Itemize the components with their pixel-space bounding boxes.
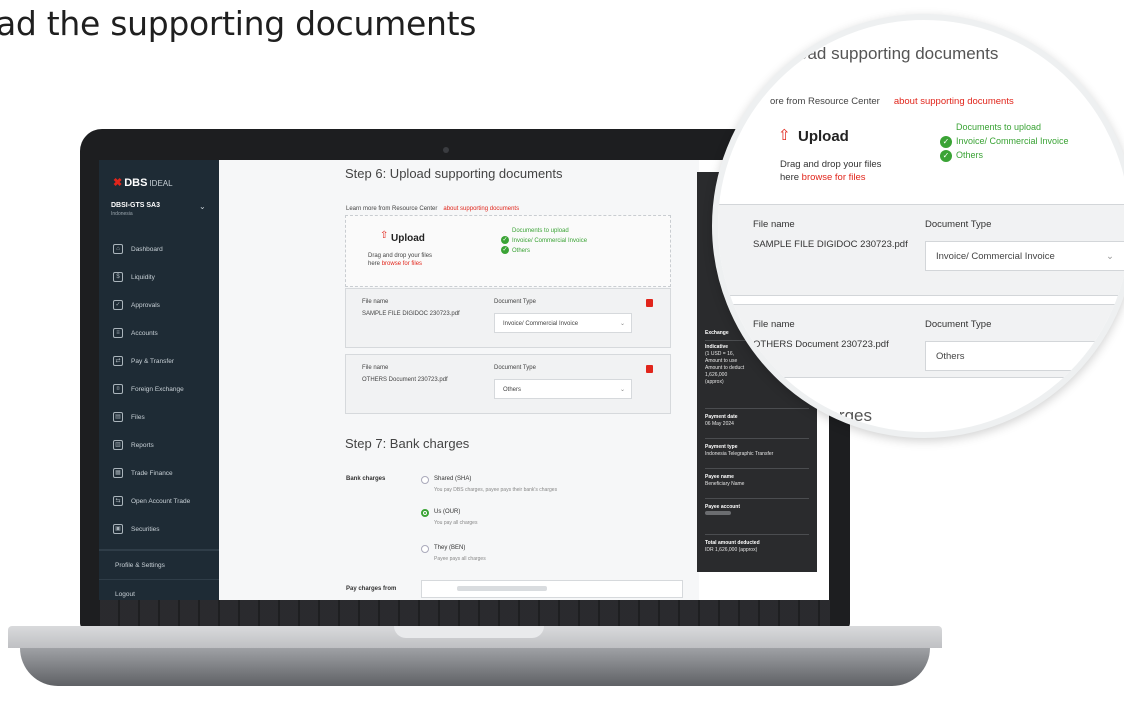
radio-ben[interactable] <box>421 545 429 553</box>
sidebar-item-logout[interactable]: Logout <box>99 579 219 600</box>
account-name[interactable]: DBSI-GTS SA3 <box>111 202 160 209</box>
file-card: File name SAMPLE FILE DIGIDOC 230723.pdf… <box>345 288 671 348</box>
check-icon: ✓ <box>501 246 509 255</box>
approvals-icon: ✓ <box>113 300 123 310</box>
sidebar-item-dashboard[interactable]: ⌂ Dashboard <box>99 235 219 263</box>
reports-icon: ▥ <box>113 440 123 450</box>
magnifier-charges-text: harges <box>820 406 872 425</box>
sidebar-item-securities[interactable]: ▣ Securities <box>99 515 219 543</box>
transfer-icon: ⇄ <box>113 356 123 366</box>
check-icon: ✓ <box>501 236 509 245</box>
bank-charges-label: Bank charges <box>346 476 386 482</box>
securities-icon: ▣ <box>113 524 123 534</box>
option-title: They (BEN) <box>434 545 466 551</box>
magnifier-upload-title: Upload <box>798 128 849 145</box>
option-title: Shared (SHA) <box>434 476 472 482</box>
file-name: OTHERS Document 230723.pdf <box>362 377 448 383</box>
document-type-select[interactable]: Others ⌄ <box>494 379 632 399</box>
upload-title: Upload <box>391 233 425 244</box>
check-icon: ✓ <box>940 149 952 162</box>
pay-charges-from-label: Pay charges from <box>346 586 397 592</box>
document-type-select[interactable]: Invoice/ Commercial Invoice ⌄ <box>494 313 632 333</box>
document-type-select[interactable]: Others ⌄ <box>925 341 1124 371</box>
file-name: OTHERS Document 230723.pdf <box>753 339 889 350</box>
documents-to-upload: Documents to upload ✓ Invoice/ Commercial… <box>501 228 588 255</box>
chevron-down-icon[interactable]: ⌄ <box>199 202 206 211</box>
sidebar-item-reports[interactable]: ▥ Reports <box>99 431 219 459</box>
pay-charges-from-select[interactable] <box>421 580 683 598</box>
trash-icon[interactable] <box>646 299 653 307</box>
cloud-upload-icon: ⇧ <box>380 230 389 241</box>
file-name: SAMPLE FILE DIGIDOC 230723.pdf <box>362 311 460 317</box>
account-country: Indonesia <box>111 211 133 217</box>
open-account-icon: ⇆ <box>113 496 123 506</box>
upload-instructions: Drag and drop your files here browse for… <box>368 253 433 267</box>
sidebar-item-trade-finance[interactable]: ▦ Trade Finance <box>99 459 219 487</box>
accounts-icon: ≡ <box>113 328 123 338</box>
sidebar-nav: ⌂ Dashboard $ Liquidity ✓ Approvals ≡ Accoun… <box>99 235 219 600</box>
browse-files-link[interactable]: browse for files <box>382 261 422 267</box>
radio-our[interactable] <box>421 509 429 517</box>
learn-more-text: Learn more from Resource Center about sup… <box>346 206 520 212</box>
option-desc: You pay all charges <box>434 520 478 526</box>
file-name: SAMPLE FILE DIGIDOC 230723.pdf <box>753 239 908 250</box>
cloud-upload-icon: ⇧ <box>778 127 791 144</box>
camera-dot <box>443 147 449 153</box>
sidebar-item-accounts[interactable]: ≡ Accounts <box>99 319 219 347</box>
liquidity-icon: $ <box>113 272 123 282</box>
trade-finance-icon: ▦ <box>113 468 123 478</box>
sidebar-item-approvals[interactable]: ✓ Approvals <box>99 291 219 319</box>
learn-more-link[interactable]: about supporting documents <box>443 206 519 212</box>
sidebar-item-foreign-exchange[interactable]: ¤ Foreign Exchange <box>99 375 219 403</box>
laptop-base <box>8 626 942 686</box>
option-desc: Payee pays all charges <box>434 556 486 562</box>
sidebar-item-liquidity[interactable]: $ Liquidity <box>99 263 219 291</box>
magnifier-file-card: File name SAMPLE FILE DIGIDOC 230723.pdf… <box>718 204 1124 296</box>
option-desc: You pay DBS charges, payee pays their ba… <box>434 487 558 493</box>
home-icon: ⌂ <box>113 244 123 254</box>
magnifier-documents-to-upload: Documents to upload ✓ Invoice/ Commercial… <box>940 120 1069 162</box>
files-icon: ▤ <box>113 412 123 422</box>
trash-icon[interactable] <box>646 365 653 373</box>
sidebar-item-profile-settings[interactable]: Profile & Settings <box>99 550 219 579</box>
step7-title: Step 7: Bank charges <box>345 436 470 451</box>
magnifier-learn-link[interactable]: about supporting documents <box>894 96 1014 107</box>
check-icon: ✓ <box>940 135 952 148</box>
sidebar-item-files[interactable]: ▤ Files <box>99 403 219 431</box>
file-card: File name OTHERS Document 230723.pdf Doc… <box>345 354 671 414</box>
magnifier-learn-more: ore from Resource Center about supporting… <box>770 96 1014 107</box>
page-heading: ad the supporting documents <box>0 4 477 43</box>
exchange-icon: ¤ <box>113 384 123 394</box>
step6-title: Step 6: Upload supporting documents <box>345 166 563 181</box>
radio-sha[interactable] <box>421 476 429 484</box>
magnifier-upload-instructions: Drag and drop your files here browse for… <box>780 159 882 183</box>
sidebar: ✖ DBS IDEAL DBSI-GTS SA3 Indonesia ⌄ ⌂ Dash… <box>99 160 219 600</box>
document-type-select[interactable]: Invoice/ Commercial Invoice ⌄ <box>925 241 1124 271</box>
magnifier-browse-link[interactable]: browse for files <box>802 172 866 183</box>
sidebar-item-pay-transfer[interactable]: ⇄ Pay & Transfer <box>99 347 219 375</box>
magnifier-file-card: File name OTHERS Document 230723.pdf Doc… <box>718 304 1124 378</box>
magnifier-title: oad supporting documents <box>798 44 999 63</box>
magnifier-zoom: oad supporting documents ore from Resour… <box>712 14 1124 438</box>
option-title: Us (OUR) <box>434 509 461 515</box>
dbs-logo[interactable]: ✖ DBS IDEAL <box>113 176 173 189</box>
keyboard-hint <box>100 600 830 626</box>
sidebar-item-open-account-trade[interactable]: ⇆ Open Account Trade <box>99 487 219 515</box>
